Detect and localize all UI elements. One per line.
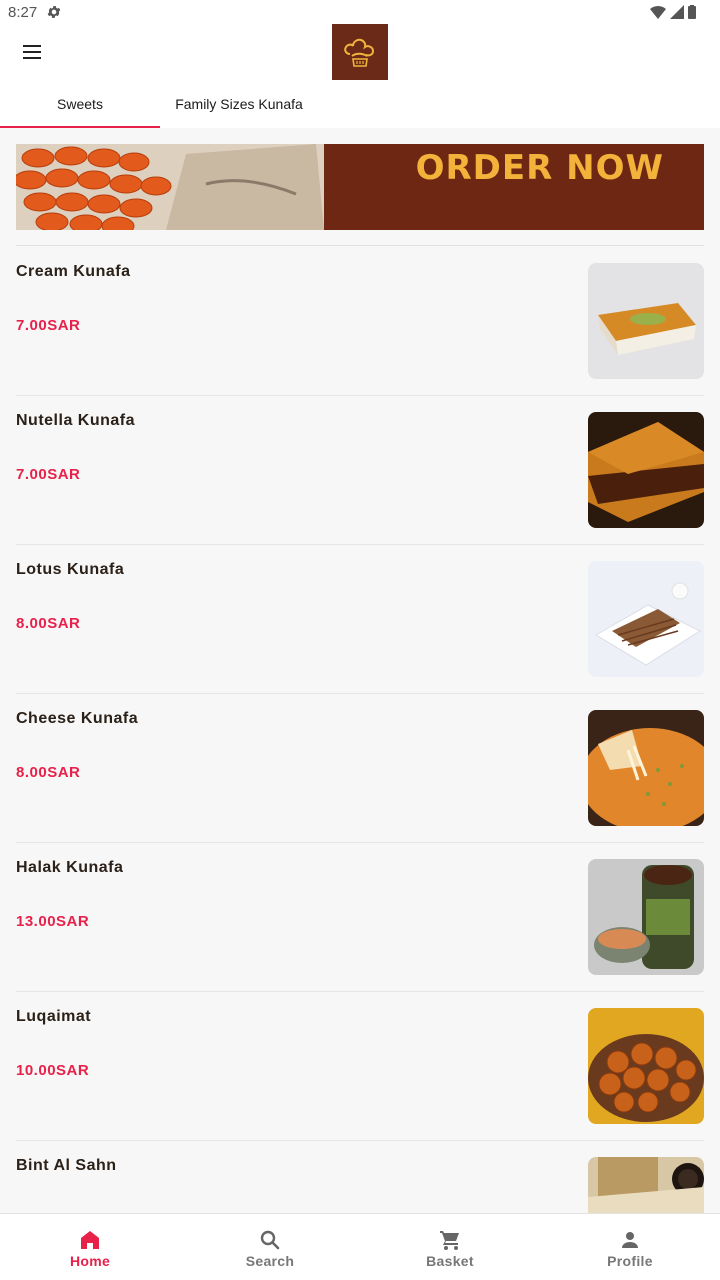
- status-time: 8:27: [8, 4, 38, 21]
- status-icons: [650, 4, 696, 20]
- nav-profile[interactable]: Profile: [540, 1214, 720, 1280]
- menu-item-list: Cream Kunafa 7.00SAR Nutella Kunafa 7.00…: [0, 247, 720, 1214]
- brand-logo: [332, 24, 388, 80]
- wifi-icon: [650, 6, 666, 19]
- signal-icon: [670, 5, 684, 19]
- banner-food-image: [16, 144, 324, 230]
- bottom-navigation: Home Search Basket Profile: [0, 1213, 720, 1280]
- item-price: 13.00SAR: [16, 913, 90, 930]
- item-price: 8.00SAR: [16, 764, 81, 781]
- nav-label: Home: [69, 1253, 111, 1269]
- menu-item-lotus-kunafa[interactable]: Lotus Kunafa 8.00SAR: [0, 545, 720, 694]
- menu-item-cheese-kunafa[interactable]: Cheese Kunafa 8.00SAR: [0, 694, 720, 843]
- menu-button[interactable]: [12, 32, 52, 72]
- nav-label: Basket: [426, 1253, 474, 1269]
- order-now-banner[interactable]: ORDER NOW: [16, 144, 704, 230]
- battery-icon: [688, 5, 696, 19]
- item-name: Bint Al Sahn: [16, 1157, 117, 1174]
- tab-family-sizes-kunafa[interactable]: Family Sizes Kunafa: [160, 80, 318, 128]
- category-tabs: Sweets Family Sizes Kunafa: [0, 80, 720, 128]
- item-name: Nutella Kunafa: [16, 412, 136, 429]
- item-price: 7.00SAR: [16, 317, 81, 334]
- item-image: [588, 561, 704, 677]
- home-icon: [81, 1231, 99, 1249]
- hamburger-menu-icon: [23, 45, 41, 59]
- person-icon: [622, 1232, 638, 1248]
- item-image: [588, 263, 704, 379]
- banner-text-panel: ORDER NOW: [324, 144, 704, 230]
- item-price: 10.00SAR: [16, 1062, 90, 1079]
- menu-item-cream-kunafa[interactable]: Cream Kunafa 7.00SAR: [0, 247, 720, 396]
- menu-item-luqaimat[interactable]: Luqaimat 10.00SAR: [0, 992, 720, 1141]
- item-price: 8.00SAR: [16, 615, 81, 632]
- nav-home[interactable]: Home: [0, 1214, 180, 1280]
- menu-item-halak-kunafa[interactable]: Halak Kunafa 13.00SAR: [0, 843, 720, 992]
- nav-search[interactable]: Search: [180, 1214, 360, 1280]
- item-image: [588, 1157, 704, 1214]
- search-icon: [260, 1230, 280, 1250]
- banner-order-now-text: ORDER NOW: [415, 148, 664, 188]
- item-price: 7.00SAR: [16, 466, 81, 483]
- chef-hat-logo-icon: [344, 38, 375, 67]
- item-name: Lotus Kunafa: [16, 561, 125, 578]
- tab-sweets[interactable]: Sweets: [0, 80, 160, 128]
- item-name: Cheese Kunafa: [16, 710, 139, 727]
- menu-item-bint-al-sahn[interactable]: Bint Al Sahn: [0, 1141, 720, 1214]
- item-image: [588, 1008, 704, 1124]
- app-bar: [0, 24, 720, 80]
- menu-item-nutella-kunafa[interactable]: Nutella Kunafa 7.00SAR: [0, 396, 720, 545]
- nav-label: Profile: [607, 1253, 653, 1269]
- status-bar: 8:27: [0, 0, 720, 24]
- divider: [16, 245, 704, 246]
- item-image: [588, 859, 704, 975]
- item-image: [588, 412, 704, 528]
- nav-basket[interactable]: Basket: [360, 1214, 540, 1280]
- settings-gear-icon: [47, 6, 61, 18]
- menu-content[interactable]: ORDER NOW Cream Kunafa 7.00SAR Nutella K…: [0, 128, 720, 1214]
- item-name: Cream Kunafa: [16, 263, 131, 280]
- nav-label: Search: [245, 1253, 295, 1269]
- item-image: [588, 710, 704, 826]
- cart-icon: [440, 1231, 459, 1250]
- item-name: Luqaimat: [16, 1008, 92, 1025]
- item-name: Halak Kunafa: [16, 859, 124, 876]
